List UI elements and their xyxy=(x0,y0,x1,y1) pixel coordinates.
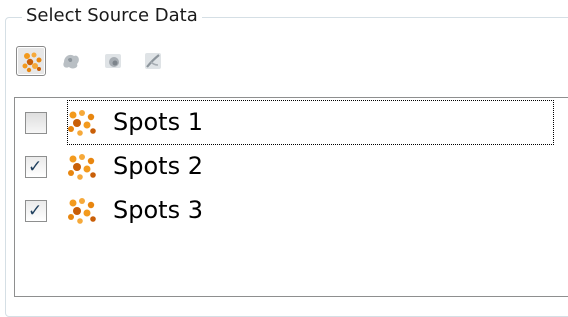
filaments-icon xyxy=(145,53,161,69)
list-item-spots-1[interactable]: Spots 1 xyxy=(15,105,568,141)
spots-filter-button[interactable] xyxy=(16,46,46,76)
checkmark-icon: ✓ xyxy=(28,157,43,177)
filaments-filter-button[interactable] xyxy=(138,46,168,76)
list-item-spots-2[interactable]: ✓ Spots 2 xyxy=(15,149,568,185)
surfaces-icon xyxy=(63,54,79,69)
list-item-label: Spots 1 xyxy=(113,108,203,136)
spots-icon xyxy=(68,198,96,224)
spots-icon xyxy=(68,154,96,180)
checkbox-spots-2[interactable]: ✓ xyxy=(25,156,47,178)
group-title: Select Source Data xyxy=(22,4,202,28)
spots-icon xyxy=(22,52,42,73)
checkmark-icon: ✓ xyxy=(28,201,43,221)
surfaces-filter-button[interactable] xyxy=(56,46,86,76)
cells-icon xyxy=(105,54,121,68)
list-item-spots-3[interactable]: ✓ Spots 3 xyxy=(15,193,568,229)
list-item-label: Spots 3 xyxy=(113,196,203,224)
cells-filter-button[interactable] xyxy=(98,46,128,76)
source-data-list[interactable]: Spots 1 ✓ Spots 2 ✓ Spots 3 xyxy=(14,97,568,297)
spots-icon xyxy=(68,110,96,136)
checkbox-spots-3[interactable]: ✓ xyxy=(25,200,47,222)
list-item-label: Spots 2 xyxy=(113,152,203,180)
checkbox-spots-1[interactable] xyxy=(25,112,47,134)
